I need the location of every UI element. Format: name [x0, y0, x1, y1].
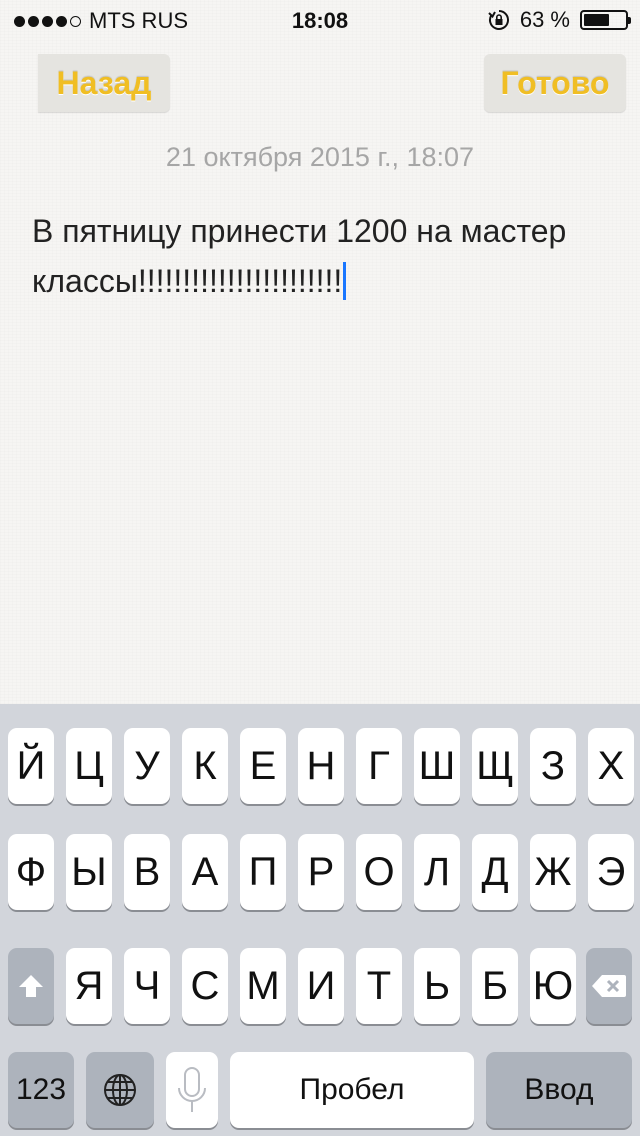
- letter-key[interactable]: О: [356, 834, 402, 910]
- globe-icon: [104, 1074, 136, 1106]
- letter-key[interactable]: К: [182, 728, 228, 804]
- letter-key-label: Х: [597, 743, 625, 788]
- letter-key[interactable]: Ю: [530, 948, 576, 1024]
- letter-key-label: Т: [366, 963, 392, 1008]
- letter-key[interactable]: С: [182, 948, 228, 1024]
- battery-icon: [580, 10, 631, 30]
- letter-key[interactable]: Ф: [8, 834, 54, 910]
- backspace-icon: [592, 975, 626, 997]
- battery-percent: 63 %: [519, 7, 570, 32]
- letter-key[interactable]: И: [298, 948, 344, 1024]
- letter-key[interactable]: Г: [356, 728, 402, 804]
- microphone-icon: [178, 1067, 206, 1112]
- numbers-key[interactable]: 123: [8, 1052, 74, 1128]
- letter-key-label: А: [191, 849, 219, 894]
- letter-key[interactable]: З: [530, 728, 576, 804]
- letter-key-label: Ф: [15, 849, 47, 894]
- letter-key-label: Ю: [532, 963, 574, 1008]
- letter-key[interactable]: Р: [298, 834, 344, 910]
- return-key-label: Ввод: [524, 1073, 594, 1106]
- letter-key-label: С: [190, 963, 220, 1008]
- letter-key[interactable]: Щ: [472, 728, 518, 804]
- letter-key[interactable]: П: [240, 834, 286, 910]
- letter-key[interactable]: Е: [240, 728, 286, 804]
- letter-key[interactable]: М: [240, 948, 286, 1024]
- note-date: 21 октября 2015 г., 18:07: [165, 142, 475, 172]
- letter-key[interactable]: Ь: [414, 948, 460, 1024]
- letter-key-label: О: [363, 849, 395, 894]
- status-bar: MTS RUS 18:08 63 %: [0, 0, 640, 40]
- letter-key-label: Е: [249, 743, 277, 788]
- note-text-area[interactable]: В пятницу принести 1200 на мастер классы…: [32, 206, 622, 306]
- letter-key[interactable]: Ы: [66, 834, 112, 910]
- letter-key-label: Р: [307, 849, 335, 894]
- back-button[interactable]: Назад: [38, 54, 170, 112]
- letter-key-label: Г: [368, 743, 390, 788]
- letter-key-label: Ц: [74, 743, 104, 788]
- letter-key[interactable]: Н: [298, 728, 344, 804]
- shift-arrow-icon: [19, 975, 43, 997]
- numbers-key-label: 123: [15, 1073, 67, 1106]
- letter-key-label: В: [133, 849, 161, 894]
- battery-fill: [584, 14, 609, 26]
- letter-key[interactable]: Й: [8, 728, 54, 804]
- space-key-label: Пробел: [299, 1073, 405, 1106]
- text-cursor: [343, 262, 347, 300]
- done-button[interactable]: Готово: [484, 54, 626, 112]
- letter-key-label: М: [246, 963, 280, 1008]
- letter-key[interactable]: Ш: [414, 728, 460, 804]
- letter-key[interactable]: Ж: [530, 834, 576, 910]
- letter-key-label: У: [134, 743, 160, 788]
- space-key[interactable]: Пробел: [230, 1052, 474, 1128]
- letter-key[interactable]: Б: [472, 948, 518, 1024]
- letter-key[interactable]: В: [124, 834, 170, 910]
- letter-key-label: Д: [481, 849, 509, 894]
- letter-key-label: Н: [306, 743, 336, 788]
- letter-key-label: К: [193, 743, 217, 788]
- letter-key-label: Ш: [418, 743, 456, 788]
- globe-key[interactable]: [86, 1052, 154, 1128]
- keyboard: ЙЦУКЕНГШЩЗХ ФЫВАПРОЛДЖЭ ЯЧСМИТЬБЮ 123 Пр…: [0, 704, 640, 1136]
- return-key[interactable]: Ввод: [486, 1052, 632, 1128]
- rotation-lock-icon: [488, 10, 509, 30]
- letter-key-label: З: [540, 743, 566, 788]
- letter-key[interactable]: Л: [414, 834, 460, 910]
- letter-key-label: Э: [596, 849, 626, 894]
- letter-key[interactable]: Ч: [124, 948, 170, 1024]
- letter-key-label: Й: [16, 743, 46, 788]
- letter-key[interactable]: Э: [588, 834, 634, 910]
- letter-key-label: Л: [423, 849, 451, 894]
- delete-key[interactable]: [586, 948, 632, 1024]
- letter-key[interactable]: Ц: [66, 728, 112, 804]
- letter-key-label: П: [248, 849, 278, 894]
- letter-key-label: Щ: [476, 743, 514, 788]
- letter-key-label: Я: [74, 963, 104, 1008]
- dictation-key[interactable]: [166, 1052, 218, 1128]
- letter-key[interactable]: Т: [356, 948, 402, 1024]
- letter-key-label: И: [306, 963, 336, 1008]
- letter-key-label: Ж: [534, 849, 572, 894]
- letter-key[interactable]: Х: [588, 728, 634, 804]
- letter-key-label: Ы: [71, 849, 107, 894]
- letter-key-label: Б: [481, 963, 509, 1008]
- letter-key[interactable]: Я: [66, 948, 112, 1024]
- shift-key[interactable]: [8, 948, 54, 1024]
- letter-key[interactable]: А: [182, 834, 228, 910]
- note-text: В пятницу принести 1200 на мастер классы…: [32, 213, 567, 299]
- status-right: 63 %: [488, 7, 631, 33]
- letter-key-label: Ч: [133, 963, 161, 1008]
- letter-key-label: Ь: [423, 963, 451, 1008]
- letter-key[interactable]: Д: [472, 834, 518, 910]
- letter-key[interactable]: У: [124, 728, 170, 804]
